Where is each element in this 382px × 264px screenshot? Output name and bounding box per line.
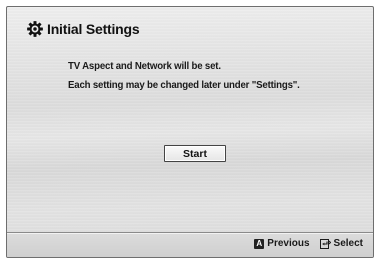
footer-bar: A Previous Select [7, 232, 373, 257]
initial-settings-screen: Initial Settings TV Aspect and Network w… [6, 6, 374, 258]
previous-label: Previous [267, 238, 310, 249]
a-key-icon: A [254, 238, 265, 249]
previous-hint[interactable]: A Previous [254, 238, 310, 249]
start-button[interactable]: Start [164, 145, 226, 162]
message-line-1: TV Aspect and Network will be set. [68, 60, 221, 72]
title-bar: Initial Settings [26, 19, 140, 39]
enter-key-icon [319, 238, 331, 249]
page-title: Initial Settings [47, 21, 140, 37]
footer-hints: A Previous Select [254, 238, 363, 249]
message-line-2: Each setting may be changed later under … [68, 79, 300, 91]
select-label: Select [333, 238, 363, 249]
info-message: TV Aspect and Network will be set. Each … [68, 57, 300, 95]
select-hint[interactable]: Select [319, 238, 363, 249]
gear-icon [27, 21, 43, 37]
